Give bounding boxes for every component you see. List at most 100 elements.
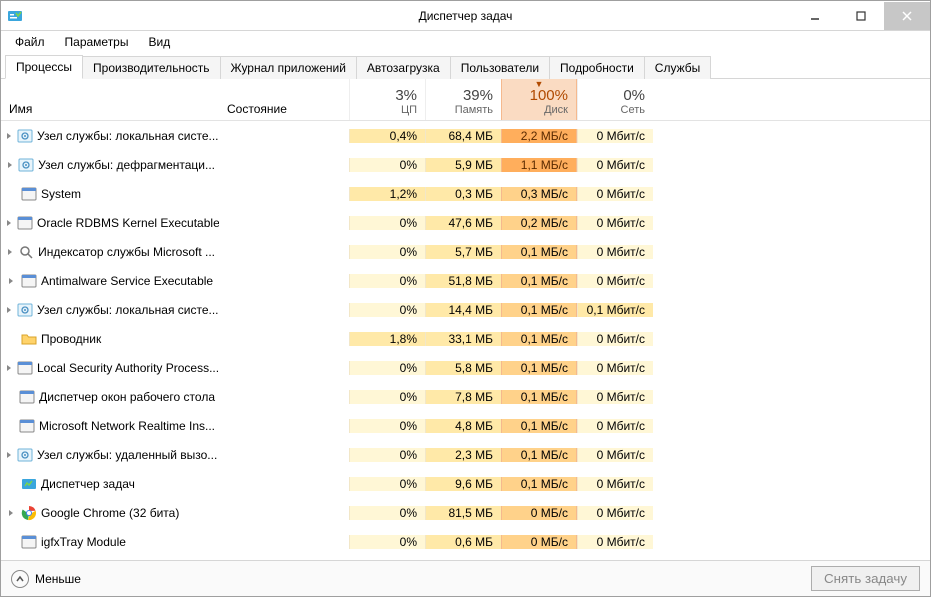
table-row[interactable]: Проводник1,8%33,1 МБ0,1 МБ/с0 Мбит/с — [1, 324, 930, 353]
cell-cpu: 0% — [349, 303, 425, 317]
table-row[interactable]: Узел службы: локальная систе...0%14,4 МБ… — [1, 295, 930, 324]
cell-cpu: 0% — [349, 245, 425, 259]
cell-network: 0 Мбит/с — [577, 158, 653, 172]
cell-name: Диспетчер окон рабочего стола — [1, 389, 219, 405]
menu-options[interactable]: Параметры — [57, 33, 137, 51]
cell-name: Узел службы: дефрагментаци... — [1, 157, 219, 173]
net-pct: 0% — [586, 87, 645, 104]
tab-details[interactable]: Подробности — [549, 56, 645, 79]
gear-icon — [17, 302, 33, 318]
cell-name: Проводник — [1, 331, 219, 347]
process-name: Узел службы: дефрагментаци... — [38, 158, 215, 172]
cell-name: Microsoft Network Realtime Ins... — [1, 418, 219, 434]
cell-memory: 7,8 МБ — [425, 390, 501, 404]
col-memory[interactable]: 39% Память — [425, 79, 501, 120]
cell-memory: 5,8 МБ — [425, 361, 501, 375]
tabbar: Процессы Производительность Журнал прило… — [1, 53, 930, 79]
table-row[interactable]: Oracle RDBMS Kernel Executable0%47,6 МБ0… — [1, 208, 930, 237]
tab-processes[interactable]: Процессы — [5, 55, 83, 79]
tab-users[interactable]: Пользователи — [450, 56, 550, 79]
process-name: Google Chrome (32 бита) — [41, 506, 179, 520]
menu-view[interactable]: Вид — [140, 33, 178, 51]
expand-icon — [5, 420, 15, 432]
process-name: Oracle RDBMS Kernel Executable — [37, 216, 219, 230]
expand-icon[interactable] — [5, 449, 13, 461]
table-row[interactable]: Узел службы: удаленный вызо...0%2,3 МБ0,… — [1, 440, 930, 469]
cell-cpu: 0% — [349, 535, 425, 549]
expand-icon[interactable] — [5, 159, 14, 171]
cell-cpu: 0% — [349, 419, 425, 433]
cell-memory: 51,8 МБ — [425, 274, 501, 288]
expand-icon[interactable] — [5, 275, 17, 287]
expand-icon[interactable] — [5, 246, 14, 258]
process-name: Узел службы: удаленный вызо... — [37, 448, 217, 462]
table-row[interactable]: Узел службы: дефрагментаци...0%5,9 МБ1,1… — [1, 150, 930, 179]
cell-memory: 81,5 МБ — [425, 506, 501, 520]
minimize-button[interactable] — [792, 2, 838, 30]
table-row[interactable]: System1,2%0,3 МБ0,3 МБ/с0 Мбит/с — [1, 179, 930, 208]
col-cpu[interactable]: 3% ЦП — [349, 79, 425, 120]
cell-network: 0 Мбит/с — [577, 477, 653, 491]
expand-icon — [5, 478, 17, 490]
tab-services[interactable]: Службы — [644, 56, 711, 79]
titlebar: Диспетчер задач — [1, 1, 930, 31]
grid-body[interactable]: Узел службы: локальная систе...0,4%68,4 … — [1, 121, 930, 560]
table-row[interactable]: Диспетчер окон рабочего стола0%7,8 МБ0,1… — [1, 382, 930, 411]
tab-startup[interactable]: Автозагрузка — [356, 56, 451, 79]
cell-cpu: 0% — [349, 158, 425, 172]
expand-icon[interactable] — [5, 507, 17, 519]
cell-name: Google Chrome (32 бита) — [1, 505, 219, 521]
fewer-label: Меньше — [35, 572, 81, 586]
tab-performance[interactable]: Производительность — [82, 56, 220, 79]
tm-icon — [21, 476, 37, 492]
cell-cpu: 0% — [349, 477, 425, 491]
expand-icon[interactable] — [5, 217, 13, 229]
cell-cpu: 1,8% — [349, 332, 425, 346]
app-icon — [19, 418, 35, 434]
cell-disk: 1,1 МБ/с — [501, 158, 577, 172]
cell-name: Узел службы: локальная систе... — [1, 128, 219, 144]
table-row[interactable]: Google Chrome (32 бита)0%81,5 МБ0 МБ/с0 … — [1, 498, 930, 527]
table-row[interactable]: Local Security Authority Process...0%5,8… — [1, 353, 930, 382]
table-row[interactable]: Индексатор службы Microsoft ...0%5,7 МБ0… — [1, 237, 930, 266]
maximize-button[interactable] — [838, 2, 884, 30]
table-row[interactable]: Antimalware Service Executable0%51,8 МБ0… — [1, 266, 930, 295]
end-task-button[interactable]: Снять задачу — [811, 566, 920, 591]
expand-icon[interactable] — [5, 304, 13, 316]
cell-disk: 0,1 МБ/с — [501, 274, 577, 288]
cell-name: Узел службы: удаленный вызо... — [1, 447, 219, 463]
cpu-pct: 3% — [358, 87, 417, 104]
col-status-label: Состояние — [227, 102, 341, 116]
process-grid: Имя Состояние 3% ЦП 39% Память ▼ 100% Ди… — [1, 79, 930, 560]
menu-file[interactable]: Файл — [7, 33, 53, 51]
close-button[interactable] — [884, 2, 930, 30]
cell-disk: 0,1 МБ/с — [501, 390, 577, 404]
expand-icon[interactable] — [5, 362, 13, 374]
fewer-details-button[interactable]: Меньше — [11, 570, 81, 588]
expand-icon — [5, 333, 17, 345]
table-row[interactable]: Узел службы: локальная систе...0,4%68,4 … — [1, 121, 930, 150]
cell-network: 0 Мбит/с — [577, 187, 653, 201]
col-status[interactable]: Состояние — [219, 79, 349, 120]
tab-app-history[interactable]: Журнал приложений — [220, 56, 357, 79]
cell-name: igfxTray Module — [1, 534, 219, 550]
process-name: Microsoft Network Realtime Ins... — [39, 419, 215, 433]
cell-disk: 0,3 МБ/с — [501, 187, 577, 201]
table-row[interactable]: igfxTray Module0%0,6 МБ0 МБ/с0 Мбит/с — [1, 527, 930, 556]
mem-label: Память — [434, 104, 493, 116]
cell-name: Oracle RDBMS Kernel Executable — [1, 215, 219, 231]
window-controls — [792, 2, 930, 30]
cell-disk: 0,1 МБ/с — [501, 361, 577, 375]
col-disk[interactable]: ▼ 100% Диск — [501, 79, 577, 120]
table-row[interactable]: Microsoft Network Realtime Ins... 0%4,8 М… — [1, 411, 930, 440]
table-row[interactable]: Диспетчер задач0%9,6 МБ0,1 МБ/с0 Мбит/с — [1, 469, 930, 498]
expand-icon[interactable] — [5, 130, 13, 142]
col-name[interactable]: Имя — [1, 79, 219, 120]
cell-network: 0 Мбит/с — [577, 361, 653, 375]
chrome-icon — [21, 505, 37, 521]
cell-name: Диспетчер задач — [1, 476, 219, 492]
cell-memory: 5,7 МБ — [425, 245, 501, 259]
col-network[interactable]: 0% Сеть — [577, 79, 653, 120]
process-name: igfxTray Module — [41, 535, 126, 549]
cell-memory: 4,8 МБ — [425, 419, 501, 433]
